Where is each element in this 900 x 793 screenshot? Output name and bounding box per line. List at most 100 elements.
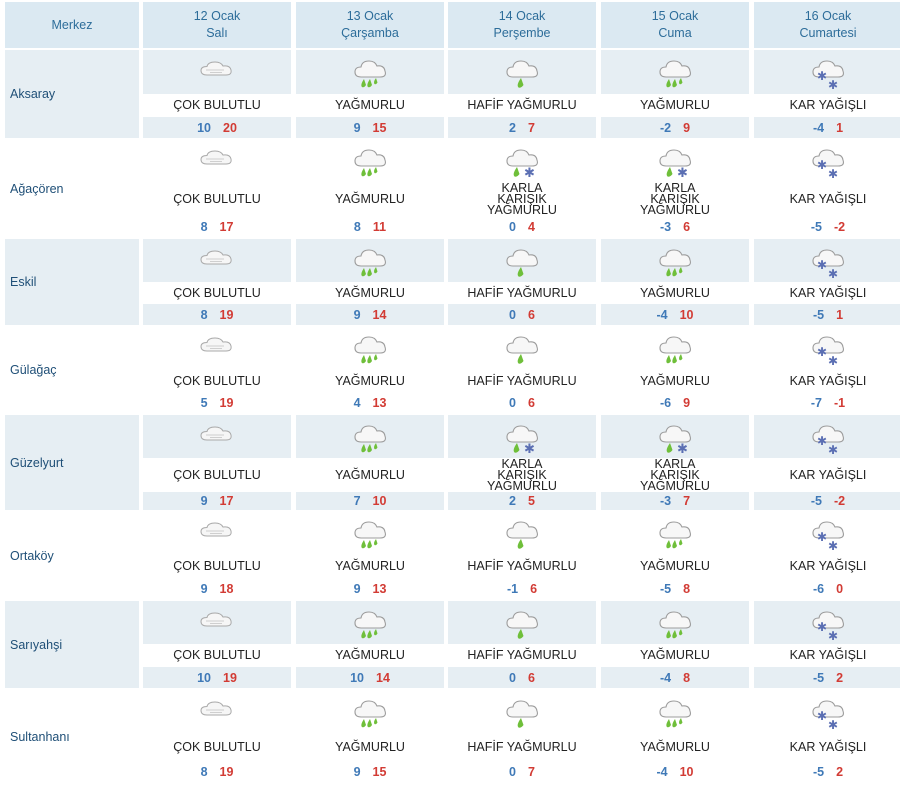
weather-condition: ÇOK BULUTLU (143, 458, 291, 492)
condition-text: HAFİF YAĞMURLU (467, 739, 577, 754)
min-temperature: 0 (509, 220, 516, 234)
weather-condition: ÇOK BULUTLU (143, 94, 291, 117)
snow-icon: ✱✱ (812, 700, 844, 731)
sleet-icon: ✱ (659, 149, 691, 180)
condition-text: YAĞMURLU (640, 648, 710, 662)
min-temperature: -5 (810, 494, 822, 508)
weather-icon-cell (296, 50, 444, 94)
weather-condition: KAR YAĞIŞLI (754, 644, 900, 667)
snow-icon: ✱✱ (812, 336, 844, 367)
sleet-icon: ✱ (506, 149, 538, 180)
min-temperature: 7 (353, 494, 361, 508)
light-rain-icon (506, 610, 538, 639)
weather-condition: YAĞMURLU (601, 282, 749, 304)
weather-condition: KAR YAĞIŞLI (754, 458, 900, 492)
min-temperature: -7 (810, 396, 822, 410)
temperature-pair: -4 8 (601, 667, 749, 688)
max-temperature: 19 (223, 670, 237, 685)
max-temperature: 13 (372, 581, 387, 596)
min-temperature: 9 (353, 307, 361, 322)
max-temperature: 9 (683, 120, 691, 135)
weather-icon-cell (448, 601, 596, 644)
day-date: 14 Ocak (498, 9, 546, 23)
max-temperature: 10 (679, 765, 694, 779)
rain-icon (659, 248, 691, 276)
condition-text: ÇOK BULUTLU (173, 648, 261, 662)
temperature-pair: 5 19 (143, 393, 291, 413)
weather-icon-cell (296, 415, 444, 458)
condition-text: YAĞMURLU (640, 285, 710, 300)
temperature-pair: 9 15 (296, 760, 444, 784)
max-temperature: 19 (219, 765, 234, 779)
weather-condition: HAFİF YAĞMURLU (448, 282, 596, 304)
min-temperature: -5 (812, 765, 825, 779)
temperature-pair: 06 (448, 304, 596, 325)
weather-icon-cell (143, 140, 291, 182)
condition-text: YAĞMURLU (640, 98, 710, 112)
temperature-pair: 9 13 (296, 578, 444, 599)
max-temperature: 18 (219, 581, 234, 596)
weather-icon-cell: ✱ (448, 415, 596, 458)
max-temperature: 17 (219, 494, 234, 508)
condition-text: YAĞMURLU (335, 467, 405, 482)
max-temperature: 14 (372, 307, 387, 322)
weather-condition: ÇOK BULUTLU (143, 644, 291, 667)
svg-text:✱: ✱ (828, 539, 838, 552)
max-temperature: 6 (683, 220, 691, 234)
weather-condition: YAĞMURLU (296, 554, 444, 578)
rain-icon (659, 60, 691, 88)
weather-condition: KAR YAĞIŞLI (754, 734, 900, 760)
snow-icon: ✱✱ (812, 521, 844, 552)
temperature-pair: 8 19 (143, 760, 291, 784)
weather-condition: ÇOK BULUTLU (143, 282, 291, 304)
temperature-pair: -4 1 (754, 117, 900, 138)
max-temperature: 19 (219, 396, 234, 410)
weather-icon-cell (143, 415, 291, 458)
rain-icon (659, 336, 691, 364)
min-temperature: -5 (812, 307, 825, 322)
weather-icon-cell: ✱ (601, 415, 749, 458)
day-header: 13 Ocak Çarşamba (296, 2, 444, 48)
max-temperature: 0 (836, 581, 844, 596)
weather-condition: ÇOK BULUTLU (143, 182, 291, 217)
condition-text: KAR YAĞIŞLI (789, 558, 867, 573)
svg-text:✱: ✱ (817, 258, 827, 272)
weather-condition: KARLA KARIŞIK YAĞMURLU (448, 182, 596, 217)
weather-condition: KAR YAĞIŞLI (754, 554, 900, 578)
svg-text:✱: ✱ (817, 345, 827, 359)
max-temperature: 6 (530, 581, 538, 596)
svg-text:✱: ✱ (817, 69, 827, 83)
temperature-pair: 8 17 (143, 217, 291, 237)
max-temperature: 7 (683, 494, 691, 508)
condition-text: ÇOK BULUTLU (173, 373, 261, 388)
cloudy-icon (200, 61, 232, 76)
weather-icon-cell: ✱ ✱ (754, 690, 900, 734)
condition-text: YAĞMURLU (335, 373, 405, 388)
condition-text: YAĞMURLU (640, 373, 710, 388)
condition-text: YAĞMURLU (335, 648, 405, 662)
min-temperature: 0 (509, 396, 516, 410)
min-temperature: 9 (200, 494, 208, 508)
weather-icon-cell: ✱ ✱ (754, 415, 900, 458)
condition-text: ÇOK BULUTLU (173, 285, 261, 300)
condition-text: ÇOK BULUTLU (173, 192, 261, 206)
max-temperature: 15 (372, 765, 387, 779)
condition-text: KAR YAĞIŞLI (789, 467, 867, 482)
rain-icon (659, 700, 691, 728)
svg-text:✱: ✱ (677, 166, 688, 180)
rain-icon (354, 521, 386, 549)
condition-text: KAR YAĞIŞLI (789, 739, 867, 754)
rain-icon (354, 700, 386, 728)
condition-text: KAR YAĞIŞLI (789, 648, 867, 662)
cloudy-icon (200, 701, 232, 716)
svg-text:✱: ✱ (677, 442, 688, 456)
weather-icon-cell (601, 239, 749, 282)
max-temperature: 8 (683, 670, 691, 685)
temperature-pair: -2 9 (601, 117, 749, 138)
rain-icon (354, 610, 386, 638)
weather-condition: KARLA KARIŞIK YAĞMURLU (601, 182, 749, 217)
day-header: 15 Ocak Cuma (601, 2, 749, 48)
rain-icon (354, 336, 386, 364)
weather-condition: ÇOK BULUTLU (143, 369, 291, 393)
light-rain-icon (506, 248, 538, 277)
